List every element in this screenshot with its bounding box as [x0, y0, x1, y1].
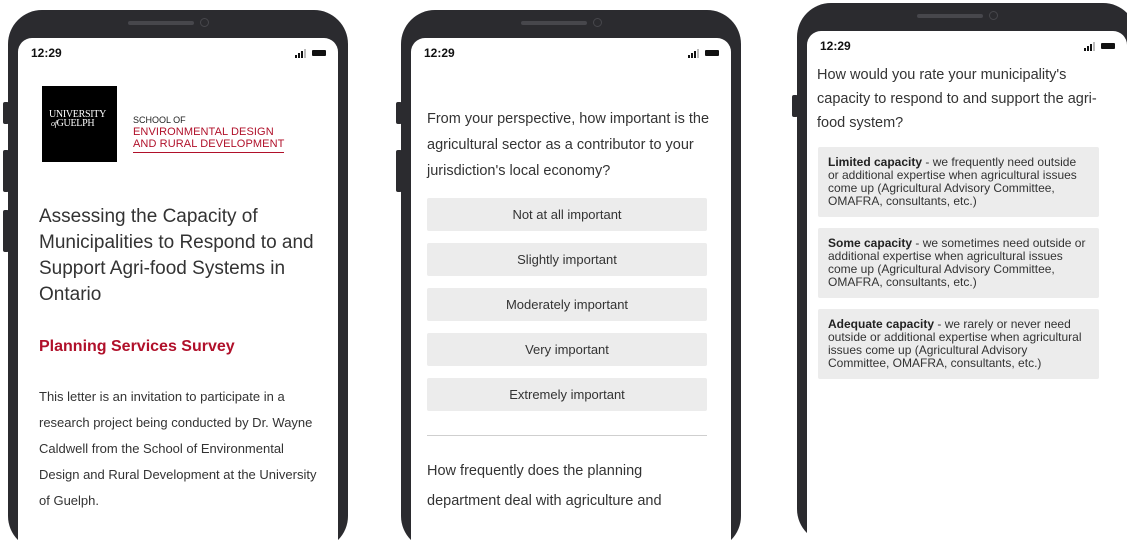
divider [427, 435, 707, 436]
option-some-capacity[interactable]: Some capacity - we sometimes need outsid… [818, 228, 1099, 298]
screen-question-capacity: 12:29 How would you rate your municipali… [807, 31, 1127, 543]
signal-icon [688, 48, 699, 58]
question-text: From your perspective, how important is … [427, 111, 710, 179]
screen-question-importance: 12:29 From your perspective, how importa… [411, 38, 731, 550]
battery-icon [312, 50, 326, 56]
camera [200, 18, 209, 27]
option-limited-capacity[interactable]: Limited capacity - we frequently need ou… [818, 147, 1099, 217]
phone-frame-3: 12:29 How would you rate your municipali… [792, 3, 1127, 543]
battery-icon [705, 50, 719, 56]
option-not-at-all-important[interactable]: Not at all important [427, 198, 707, 231]
status-time: 12:29 [31, 46, 62, 60]
side-button [396, 150, 402, 192]
invitation-text: This letter is an invitation to particip… [39, 389, 317, 508]
phone-frame-2: 12:29 From your perspective, how importa… [396, 10, 741, 550]
speaker [521, 21, 587, 25]
question-text: How would you rate your municipality's c… [817, 67, 1097, 131]
option-slightly-important[interactable]: Slightly important [427, 243, 707, 276]
speaker [917, 14, 983, 18]
camera [593, 18, 602, 27]
side-button [3, 102, 9, 124]
side-button [396, 102, 402, 124]
camera [989, 11, 998, 20]
signal-icon [295, 48, 306, 58]
status-time: 12:29 [820, 39, 851, 53]
status-bar: 12:29 [807, 31, 1127, 61]
side-button [792, 95, 798, 117]
status-time: 12:29 [424, 46, 455, 60]
option-extremely-important[interactable]: Extremely important [427, 378, 707, 411]
signal-icon [1084, 41, 1095, 51]
capacity-options: Limited capacity - we frequently need ou… [818, 147, 1099, 379]
option-moderately-important[interactable]: Moderately important [427, 288, 707, 321]
option-very-important[interactable]: Very important [427, 333, 707, 366]
header-logo-row: UNIVERSITY ofGUELPH SCHOOL OF ENVIRONMEN… [42, 86, 338, 162]
status-bar: 12:29 [411, 38, 731, 68]
speaker [128, 21, 194, 25]
department-name: SCHOOL OF ENVIRONMENTAL DESIGN AND RURAL… [133, 114, 285, 153]
survey-title: Assessing the Capacity of Municipalities… [39, 206, 314, 305]
option-adequate-capacity[interactable]: Adequate capacity - we rarely or never n… [818, 309, 1099, 379]
status-bar: 12:29 [18, 38, 338, 68]
battery-icon [1101, 43, 1115, 49]
university-logo: UNIVERSITY ofGUELPH [42, 86, 117, 162]
survey-subtitle: Planning Services Survey [39, 338, 235, 355]
side-button [3, 150, 9, 192]
next-question-text: How frequently does the planning departm… [427, 463, 662, 509]
side-button [3, 210, 9, 252]
phone-frame-1: 12:29 UNIVERSITY ofGUELPH SCHOOL OF ENVI… [3, 10, 348, 550]
screen-welcome: 12:29 UNIVERSITY ofGUELPH SCHOOL OF ENVI… [18, 38, 338, 550]
answer-options: Not at all important Slightly important … [427, 198, 707, 411]
